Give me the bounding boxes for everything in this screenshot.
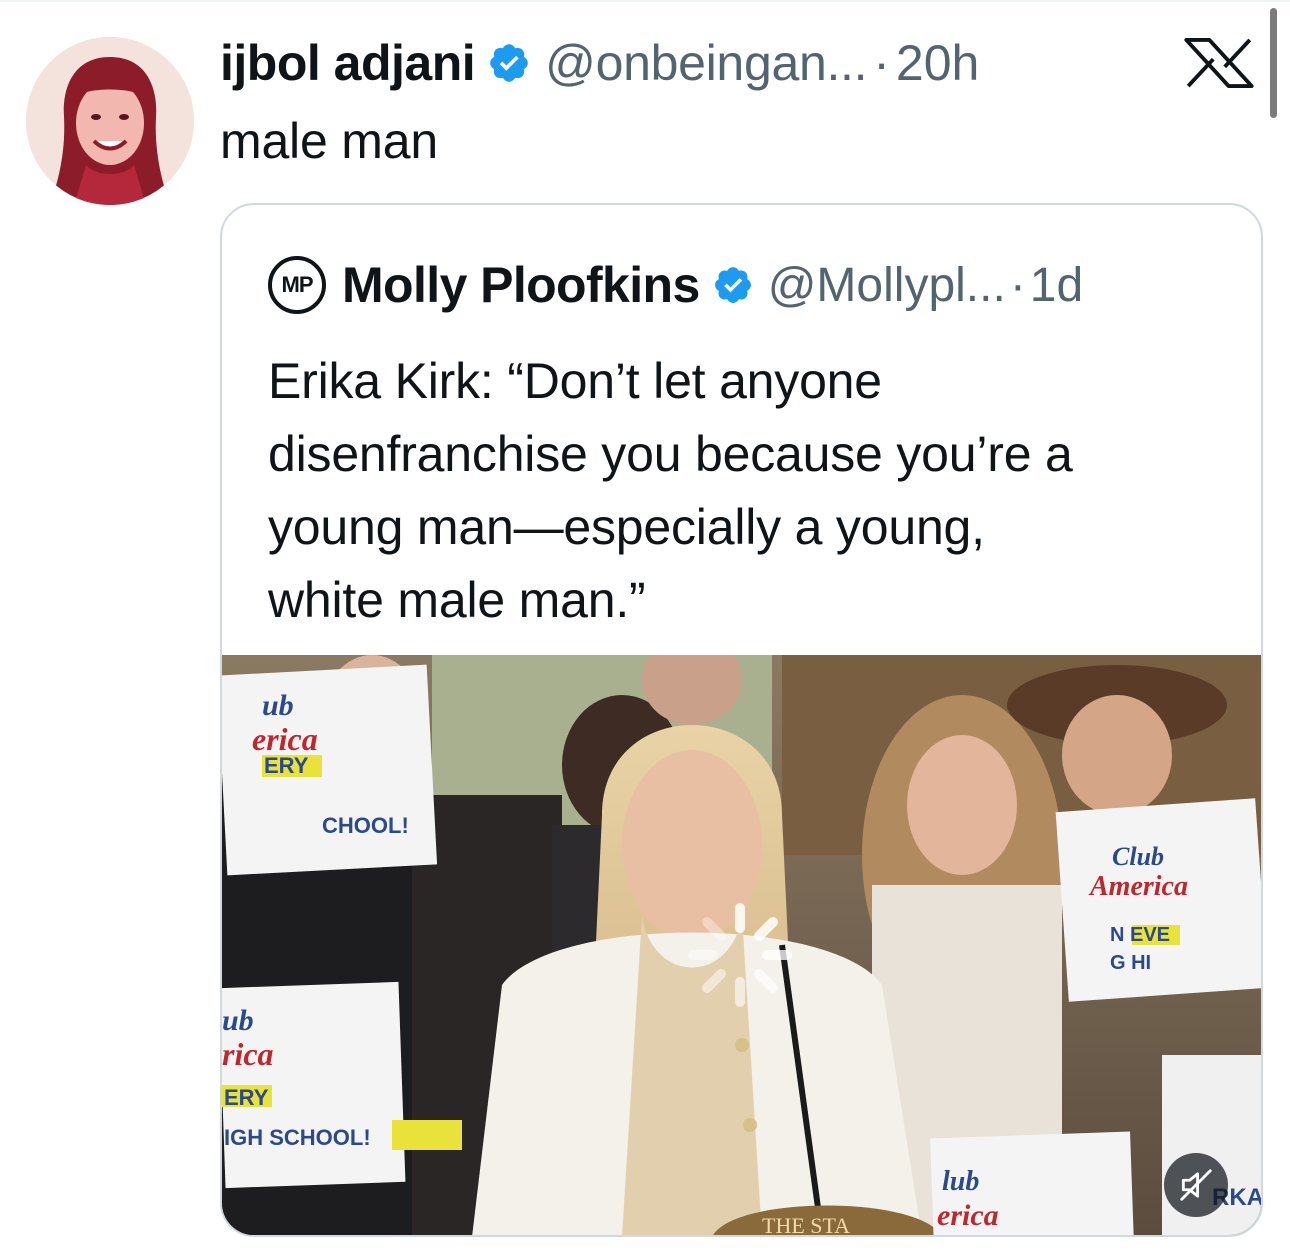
sign-top-left-line-4: CHOOL! (322, 813, 409, 838)
user-avatar-image (26, 37, 194, 205)
sign-bottom-left-line-4: IGH SCHOOL! (224, 1125, 371, 1150)
quoted-tweet-text: Erika Kirk: “Don’t let anyone disenfranc… (268, 345, 1228, 637)
quoted-header-separator: · (1009, 258, 1026, 312)
sign-top-left-line-3: ERY (264, 753, 309, 778)
sign-bottom-left-line-2: rica (222, 1036, 274, 1072)
sign-right-line-3: N EVE (1110, 924, 1170, 946)
quoted-text-line: young man—especially a young, (268, 499, 985, 555)
author-avatar[interactable] (26, 37, 194, 205)
verified-badge-icon[interactable] (712, 264, 754, 306)
sign-top-left-line-2: erica (252, 721, 318, 757)
sign-right-line-4: G HI (1110, 952, 1151, 974)
x-logo-icon[interactable] (1180, 38, 1258, 88)
quoted-tweet-timestamp[interactable]: 1d (1030, 258, 1083, 313)
quoted-author-avatar[interactable]: MP (268, 256, 326, 314)
quoted-author-avatar-initials: MP (281, 272, 314, 297)
quoted-text-line: Erika Kirk: “Don’t let anyone (268, 353, 882, 409)
video-player[interactable]: ub erica ERY CHOOL! ub rica ERY IGH SCHO… (222, 655, 1261, 1237)
muted-speaker-icon (1180, 1169, 1212, 1201)
quoted-text-line: white male man.” (268, 572, 646, 628)
author-display-name[interactable]: ijbol adjani (220, 34, 476, 92)
quoted-author-handle[interactable]: @Mollypl... (768, 258, 1006, 313)
tweet-timestamp[interactable]: 20h (896, 34, 979, 92)
sign-bottom-center-line-1: lub (942, 1166, 979, 1197)
quoted-text-line: disenfranchise you because you’re a (268, 426, 1073, 482)
podium-seal-text: THE STA (762, 1213, 850, 1237)
quoted-tweet-header: MP Molly Ploofkins @Mollypl... · 1d (268, 255, 1083, 315)
quoted-tweet-card[interactable]: MP Molly Ploofkins @Mollypl... · 1d Erik… (220, 203, 1263, 1237)
sign-right-line-2: America (1088, 871, 1188, 902)
sign-right-line-1: Club (1112, 842, 1164, 871)
author-handle[interactable]: @onbeingan... (545, 34, 867, 92)
sign-bottom-left-line-3: ERY (224, 1085, 269, 1110)
top-divider (0, 0, 1290, 2)
sign-top-left-line-1: ub (262, 689, 294, 722)
scrollbar[interactable] (1270, 8, 1277, 118)
header-separator: · (873, 35, 890, 91)
sign-bottom-left-line-1: ub (222, 1004, 254, 1037)
tweet-text: male man (220, 113, 438, 169)
tweet-header: ijbol adjani @onbeingan... · 20h (220, 30, 979, 96)
sign-bottom-center-line-2: erica (937, 1199, 999, 1232)
unmute-button[interactable] (1164, 1153, 1228, 1217)
verified-badge-icon[interactable] (487, 41, 531, 85)
loading-spinner-icon (685, 900, 795, 1010)
quoted-author-display-name[interactable]: Molly Ploofkins (342, 256, 700, 314)
